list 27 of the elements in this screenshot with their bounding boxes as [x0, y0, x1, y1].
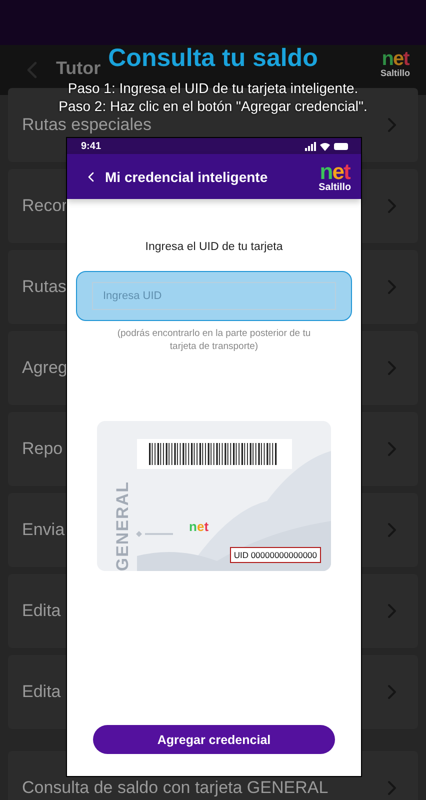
card-logo: net — [189, 519, 209, 534]
row-label: Consulta de saldo con tarjeta GENERAL — [22, 778, 328, 798]
add-credential-button[interactable]: Agregar credencial — [93, 725, 335, 754]
hint-text: (podrás encontrarlo en la parte posterior de tu tarjeta de transporte) — [116, 327, 312, 353]
logo-city: Saltillo — [318, 182, 351, 192]
row-label: Rutas — [22, 277, 66, 297]
tutorial-title: Consulta tu saldo — [108, 43, 318, 73]
barcode-icon — [137, 439, 292, 469]
row-label: Edita — [22, 601, 61, 621]
prompt-text: Ingresa el UID de tu tarjeta — [145, 241, 283, 253]
row-label: Repo — [22, 439, 63, 459]
logo-word: net — [382, 49, 409, 69]
uid-input-field[interactable]: Ingresa UID — [92, 282, 336, 310]
row-label: Recor — [22, 196, 68, 216]
tutorial-step: Paso 2: Haz clic en el botón "Agregar credencial". — [58, 97, 368, 115]
logo-city: Saltillo — [380, 69, 410, 78]
uid-label: UID 00000000000000 — [230, 547, 321, 563]
status-icons — [305, 142, 349, 150]
row-label: Agreg — [22, 358, 68, 378]
nav-title: Mi credencial inteligente — [105, 168, 269, 184]
logo-word: net — [320, 160, 350, 183]
row-label: Rutas especiales — [22, 115, 152, 135]
row-label: Envia — [22, 520, 65, 540]
card-type-label: GENERAL — [113, 481, 133, 571]
row-label: Edita — [22, 682, 61, 702]
sponsor-logo-icon — [135, 529, 175, 539]
clock: 9:41 — [81, 140, 102, 152]
